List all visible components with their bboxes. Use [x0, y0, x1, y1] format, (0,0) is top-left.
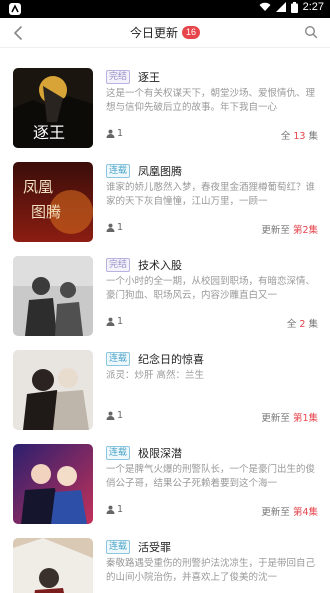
status-tag: 连载	[106, 540, 131, 554]
clock: 2:27	[302, 1, 324, 13]
battery-icon	[290, 1, 298, 13]
episode-count: 更新至 第1集	[261, 410, 318, 424]
book-cover	[13, 444, 93, 524]
page-title: 今日更新	[129, 26, 178, 40]
episode-prefix: 全	[286, 319, 297, 330]
episode-count: 更新至 第2集	[261, 222, 318, 236]
book-cover	[13, 538, 93, 593]
reader-count-value: 1	[117, 504, 124, 515]
book-list-item[interactable]: 连载 活受罪 秦敬路遇受重伤的刑警护法沈凉生，于是带回自己的山间小院治伤，并喜欢…	[0, 522, 330, 593]
book-description: 谁家的娇儿憨然入梦，春夜里金酒狸樽葡萄红？谁家的天下灰自憧憧，江山万里，一顾一	[106, 182, 316, 207]
svg-text:图腾: 图腾	[31, 203, 61, 221]
svg-text:凤凰: 凤凰	[23, 178, 53, 196]
episode-prefix: 更新至	[261, 413, 290, 424]
reader-count-value: 1	[117, 410, 124, 421]
status-bar: 2:27	[0, 0, 330, 18]
wifi-icon	[259, 2, 271, 11]
book-list-item[interactable]: 连载 极限深潜 一个是脾气火爆的刑警队长，一个是豪门出生的俊俏公子哥，结果公子死…	[0, 428, 330, 524]
book-list-item[interactable]: 逐王 完结 逐王 这是一个有关权谋天下，朝堂沙场、爱恨情仇、理想与信仰先破后立的…	[0, 52, 330, 148]
book-description: 一个小时的全一期，从校园到职场，有暗恋深情、豪门狗血、职场风云，内容沙雕直白又一	[106, 276, 316, 301]
user-icon	[106, 223, 115, 232]
book-cover	[13, 350, 93, 430]
user-icon	[106, 129, 115, 138]
reader-count-value: 1	[117, 128, 124, 139]
book-title: 极限深潜	[138, 447, 182, 460]
book-cover: 凤凰 图腾	[13, 162, 93, 242]
book-title: 活受罪	[138, 541, 171, 554]
status-tag: 连载	[106, 352, 131, 366]
search-icon[interactable]	[304, 25, 318, 39]
reader-count-value: 1	[117, 316, 124, 327]
reader-count: 1	[106, 316, 123, 327]
book-title: 纪念日的惊喜	[138, 353, 204, 366]
user-icon	[106, 411, 115, 420]
status-tag: 完结	[106, 70, 131, 84]
book-list-item[interactable]: 完结 技术入股 一个小时的全一期，从校园到职场，有暗恋深情、豪门狗血、职场风云，…	[0, 240, 330, 336]
book-cover: 逐王	[13, 68, 93, 148]
user-icon	[106, 317, 115, 326]
book-list-item[interactable]: 凤凰 图腾 连载 凤凰图腾 谁家的娇儿憨然入梦，春夜里金酒狸樽葡萄红？谁家的天下…	[0, 146, 330, 242]
reader-count-value: 1	[117, 222, 124, 233]
episode-suffix: 集	[308, 131, 318, 142]
book-description: 这是一个有关权谋天下，朝堂沙场、爱恨情仇、理想与信仰先破后立的故事。年下我自一心	[106, 88, 316, 113]
status-tag: 连载	[106, 164, 131, 178]
svg-text:逐王: 逐王	[33, 123, 65, 142]
nav-header: 今日更新 16	[0, 18, 330, 48]
episode-value: 第4集	[292, 507, 318, 518]
episode-prefix: 全	[280, 131, 291, 142]
episode-count: 全 13 集	[281, 128, 318, 142]
episode-value: 第2集	[292, 225, 318, 236]
status-tag: 连载	[106, 446, 131, 460]
episode-value: 13	[293, 131, 306, 142]
book-description: 派灵：炒肝 高然：兰生	[106, 370, 205, 381]
book-cover	[13, 256, 93, 336]
reader-count: 1	[106, 504, 123, 515]
episode-prefix: 更新至	[261, 225, 290, 236]
app-notification-icon	[9, 3, 21, 15]
status-tag: 完结	[106, 258, 131, 272]
episode-count: 更新至 第4集	[261, 504, 318, 518]
book-list-item[interactable]: 连载 纪念日的惊喜 派灵：炒肝 高然：兰生 1 更新至 第1集	[0, 334, 330, 430]
reader-count: 1	[106, 128, 123, 139]
user-icon	[106, 505, 115, 514]
reader-count: 1	[106, 222, 123, 233]
episode-value: 第1集	[292, 413, 318, 424]
episode-value: 2	[299, 319, 306, 330]
book-title: 凤凰图腾	[138, 165, 182, 178]
episode-suffix: 集	[308, 319, 318, 330]
signal-icon	[275, 2, 286, 12]
episode-prefix: 更新至	[261, 507, 290, 518]
book-title: 逐王	[138, 71, 160, 84]
book-description: 秦敬路遇受重伤的刑警护法沈凉生，于是带回自己的山间小院治伤，并喜欢上了俊美的沈一	[106, 558, 316, 583]
book-description: 一个是脾气火爆的刑警队长，一个是豪门出生的俊俏公子哥，结果公子死赖着要到这个海一	[106, 464, 316, 489]
reader-count: 1	[106, 410, 123, 421]
header-title-group: 今日更新 16	[0, 24, 330, 41]
book-title: 技术入股	[138, 259, 182, 272]
update-count-badge: 16	[182, 26, 201, 39]
book-list: 逐王 完结 逐王 这是一个有关权谋天下，朝堂沙场、爱恨情仇、理想与信仰先破后立的…	[0, 52, 330, 593]
episode-count: 全 2 集	[287, 316, 318, 330]
